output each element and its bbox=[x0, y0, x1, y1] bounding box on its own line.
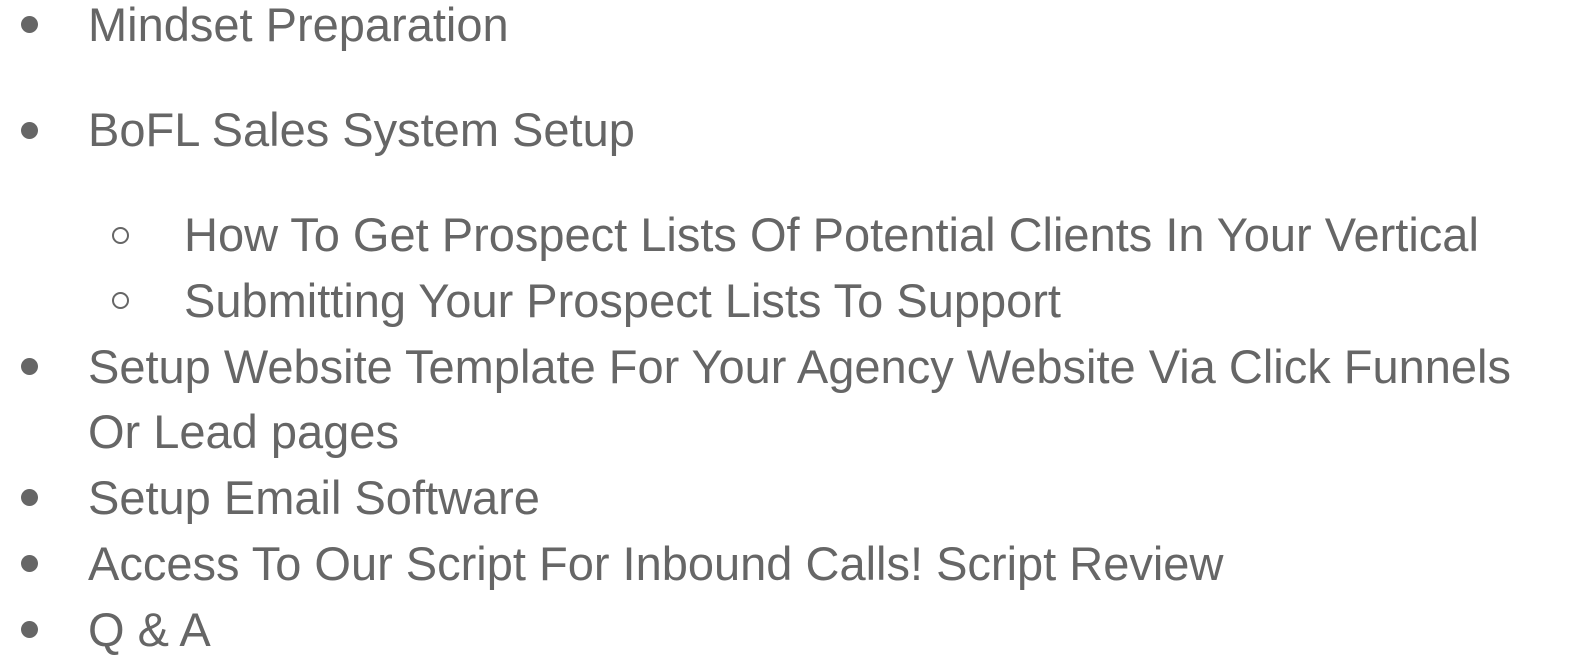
hollow-bullet-icon bbox=[112, 227, 129, 244]
list-item-website-template-continued: Or Lead pages bbox=[88, 405, 399, 458]
bullet-icon bbox=[21, 16, 38, 33]
sublist-item-prospect-lists: How To Get Prospect Lists Of Potential C… bbox=[184, 208, 1479, 261]
list-item-script-access: Access To Our Script For Inbound Calls! … bbox=[88, 537, 1224, 590]
list-item-mindset: Mindset Preparation bbox=[88, 0, 509, 51]
list-item-email-software: Setup Email Software bbox=[88, 471, 540, 524]
list-item-bofl-setup: BoFL Sales System Setup bbox=[88, 103, 635, 156]
bullet-icon bbox=[21, 122, 38, 139]
bullet-icon bbox=[21, 358, 38, 375]
list-item-q-and-a: Q & A bbox=[88, 603, 211, 656]
bullet-icon bbox=[21, 555, 38, 572]
hollow-bullet-icon bbox=[112, 292, 129, 309]
list-item-website-template: Setup Website Template For Your Agency W… bbox=[88, 340, 1511, 393]
sublist-item-submit-lists: Submitting Your Prospect Lists To Suppor… bbox=[184, 274, 1061, 327]
bullet-icon bbox=[21, 621, 38, 638]
bullet-icon bbox=[21, 489, 38, 506]
